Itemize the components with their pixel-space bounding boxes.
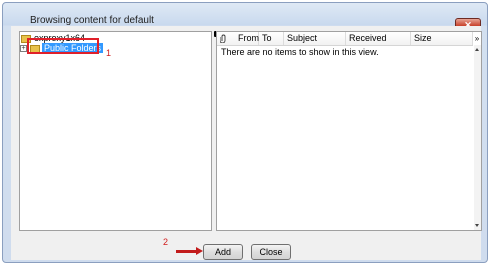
column-header-from[interactable]: From bbox=[235, 32, 259, 45]
scroll-up-arrow-icon[interactable] bbox=[475, 48, 479, 51]
column-header-subject[interactable]: Subject bbox=[284, 32, 346, 45]
list-scrollbar[interactable] bbox=[474, 45, 481, 230]
column-header-received[interactable]: Received bbox=[346, 32, 411, 45]
annotation-highlight-box bbox=[27, 38, 99, 54]
annotation-marker-1: 1 bbox=[106, 48, 112, 58]
scroll-down-arrow-icon[interactable] bbox=[475, 224, 479, 227]
column-header-to[interactable]: To bbox=[259, 32, 284, 45]
empty-list-message: There are no items to show in this view. bbox=[221, 47, 379, 57]
annotation-arrow bbox=[176, 250, 198, 253]
add-button[interactable]: Add bbox=[203, 244, 243, 260]
close-button[interactable]: Close bbox=[251, 244, 291, 260]
list-header: From To Subject Received Size bbox=[217, 32, 473, 46]
column-header-size[interactable]: Size bbox=[411, 32, 473, 45]
annotation-marker-2: 2 bbox=[163, 237, 169, 247]
window-title: Browsing content for default bbox=[30, 15, 154, 26]
folder-tree-pane[interactable] bbox=[19, 31, 212, 231]
expand-icon[interactable]: + bbox=[20, 45, 27, 53]
paperclip-icon bbox=[219, 34, 226, 44]
column-chooser-chevron-icon[interactable]: » bbox=[473, 32, 481, 45]
message-list-pane[interactable] bbox=[216, 31, 482, 231]
annotation-arrow-head-icon bbox=[196, 247, 203, 255]
column-header-attachment[interactable] bbox=[217, 32, 235, 45]
